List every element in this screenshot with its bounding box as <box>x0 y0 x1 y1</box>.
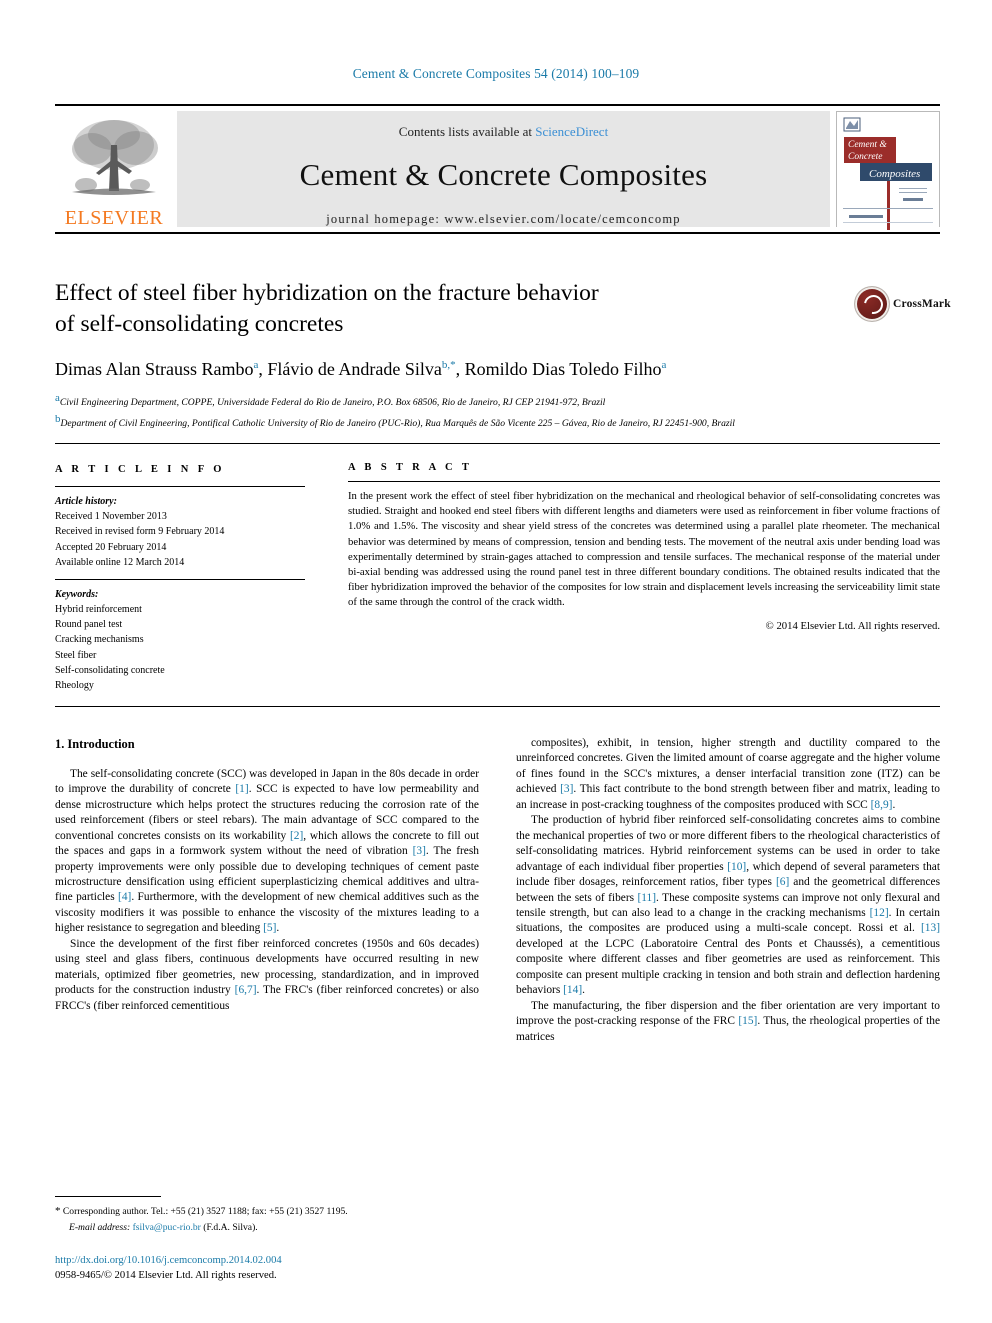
footnote-email-label: E-mail address: <box>69 1221 131 1233</box>
citation-link[interactable]: [11] <box>637 892 656 904</box>
keyword-item: Rheology <box>55 680 94 692</box>
crossmark-label: CrossMark <box>893 298 951 310</box>
abstract-top-rule <box>55 443 940 444</box>
abstract-copyright: © 2014 Elsevier Ltd. All rights reserved… <box>765 619 940 632</box>
body-columns: 1. Introduction The self-consolidating c… <box>55 736 940 1196</box>
article-info-heading: A R T I C L E I N F O <box>55 464 225 475</box>
article-info-rule <box>55 485 305 487</box>
paper-title-line-2: of self-consolidating concretes <box>55 311 344 338</box>
elsevier-logo: ELSEVIER <box>55 106 173 232</box>
keywords-label: Keywords: <box>55 588 99 600</box>
paper-page: Cement & Concrete Composites 54 (2014) 1… <box>0 0 992 1323</box>
article-history-item: Received in revised form 9 February 2014 <box>55 526 225 538</box>
elsevier-wordmark: ELSEVIER <box>64 207 164 229</box>
citation-link[interactable]: [15] <box>738 1015 757 1027</box>
crossmark-badge[interactable]: CrossMark <box>855 282 951 326</box>
body-paragraph: The production of hybrid fiber reinforce… <box>516 814 941 997</box>
author-list: Dimas Alan Strauss Ramboa, Flávio de And… <box>55 358 667 379</box>
svg-text:Composites: Composites <box>869 168 920 180</box>
article-info-column: A R T I C L E I N F O Article history: R… <box>55 462 305 702</box>
journal-masthead: ELSEVIER Contents lists available at Sci… <box>55 104 940 234</box>
footnote-email-owner: (F.d.A. Silva). <box>203 1221 258 1233</box>
journal-band: Contents lists available at ScienceDirec… <box>177 111 830 227</box>
citation-link[interactable]: [1] <box>235 783 248 795</box>
citation-link[interactable]: [6] <box>776 876 789 888</box>
body-paragraph: The manufacturing, the fiber dispersion … <box>516 999 940 1043</box>
doi-link[interactable]: http://dx.doi.org/10.1016/j.cemconcomp.2… <box>55 1253 555 1268</box>
crossmark-icon <box>855 287 889 321</box>
citation-link[interactable]: [2] <box>290 830 303 842</box>
citation-link[interactable]: [4] <box>118 891 131 903</box>
abstract-text: In the present work the effect of steel … <box>348 490 940 609</box>
affiliation-text: Department of Civil Engineering, Pontifi… <box>60 418 735 430</box>
keyword-item: Hybrid reinforcement <box>55 604 142 616</box>
body-column-right: composites), exhibit, in tension, higher… <box>516 736 940 1196</box>
journal-cover-thumbnail: Cement & Concrete Composites <box>836 111 940 230</box>
contents-available-line: Contents lists available at ScienceDirec… <box>399 124 608 140</box>
affiliation-item: aCivil Engineering Department, COPPE, Un… <box>55 390 845 411</box>
author-name[interactable]: Dimas Alan Strauss Rambo <box>55 359 254 379</box>
footnote-text: * Corresponding author. Tel.: +55 (21) 3… <box>55 1203 479 1220</box>
paper-title-line-1: Effect of steel fiber hybridization on t… <box>55 280 599 306</box>
article-history-item: Received 1 November 2013 <box>55 511 167 523</box>
contents-prefix: Contents lists available at <box>398 124 536 139</box>
citation-link[interactable]: [3] <box>560 783 573 795</box>
sciencedirect-link[interactable]: ScienceDirect <box>535 124 608 139</box>
citation-link[interactable]: [5] <box>263 922 276 934</box>
author-affiliation-mark: a <box>253 358 259 371</box>
author-name[interactable]: Romildo Dias Toledo Filho <box>465 359 662 379</box>
body-column-left: 1. Introduction The self-consolidating c… <box>55 736 479 1196</box>
abstract-rule <box>348 481 940 482</box>
doi-footer: http://dx.doi.org/10.1016/j.cemconcomp.2… <box>55 1253 555 1283</box>
author-affiliation-mark: b,* <box>441 358 456 371</box>
citation-link[interactable]: [6,7] <box>235 984 257 996</box>
svg-text:Cement &: Cement & <box>848 140 887 150</box>
article-history-item: Accepted 20 February 2014 <box>55 541 167 553</box>
citation-link[interactable]: [12] <box>870 907 889 919</box>
keyword-item: Cracking mechanisms <box>55 634 144 646</box>
section-heading-introduction: 1. Introduction <box>55 737 135 751</box>
citation-link[interactable]: [14] <box>563 984 582 996</box>
article-history-group: Article history: Received 1 November 201… <box>55 494 305 570</box>
author-affiliation-mark: a <box>661 358 667 371</box>
keyword-item: Steel fiber <box>55 649 97 661</box>
title-block: Effect of steel fiber hybridization on t… <box>55 278 845 432</box>
abstract-bottom-rule <box>55 706 940 707</box>
journal-homepage[interactable]: journal homepage: www.elsevier.com/locat… <box>326 212 681 227</box>
body-paragraph: Since the development of the first fiber… <box>55 937 479 1012</box>
footnote-marker: * <box>55 1205 61 1217</box>
elsevier-tree-icon <box>66 115 162 207</box>
keyword-item: Round panel test <box>55 619 123 631</box>
affiliation-text: Civil Engineering Department, COPPE, Uni… <box>59 397 606 409</box>
footnote-corresponding-text: Corresponding author. Tel.: +55 (21) 352… <box>62 1206 348 1217</box>
author-name[interactable]: Flávio de Andrade Silva <box>267 359 441 379</box>
keyword-item: Self-consolidating concrete <box>55 664 165 676</box>
svg-text:Concrete: Concrete <box>848 152 882 162</box>
page-title: Effect of steel fiber hybridization on t… <box>55 278 845 341</box>
citation-link[interactable]: [3] <box>413 845 426 857</box>
corresponding-author-footnote: * Corresponding author. Tel.: +55 (21) 3… <box>55 1196 479 1235</box>
citation-link[interactable]: [8,9] <box>871 799 893 811</box>
body-paragraph: The self-consolidating concrete (SCC) wa… <box>55 767 479 935</box>
keywords-group: Keywords: Hybrid reinforcement Round pan… <box>55 587 305 693</box>
footnote-email-line: E-mail address: fsilva@puc-rio.br (F.d.A… <box>55 1221 479 1235</box>
body-paragraph: composites), exhibit, in tension, higher… <box>516 737 941 811</box>
keywords-rule <box>55 578 305 580</box>
affiliation-item: bDepartment of Civil Engineering, Pontif… <box>55 411 845 432</box>
affiliation-list: aCivil Engineering Department, COPPE, Un… <box>55 390 845 432</box>
journal-title: Cement & Concrete Composites <box>299 157 708 192</box>
abstract-heading: A B S T R A C T <box>348 462 473 473</box>
running-head: Cement & Concrete Composites 54 (2014) 1… <box>352 66 640 81</box>
footnote-email-link[interactable]: fsilva@puc-rio.br <box>133 1222 201 1233</box>
abstract-column: A B S T R A C T In the present work the … <box>348 462 940 632</box>
issn-copyright-line: 0958-9465/© 2014 Elsevier Ltd. All right… <box>55 1270 277 1282</box>
citation-link[interactable]: [10] <box>727 861 746 873</box>
article-history-item: Available online 12 March 2014 <box>55 556 185 568</box>
footnote-rule <box>55 1196 161 1197</box>
citation-link[interactable]: [13] <box>921 922 940 934</box>
article-history-label: Article history: <box>55 495 117 507</box>
